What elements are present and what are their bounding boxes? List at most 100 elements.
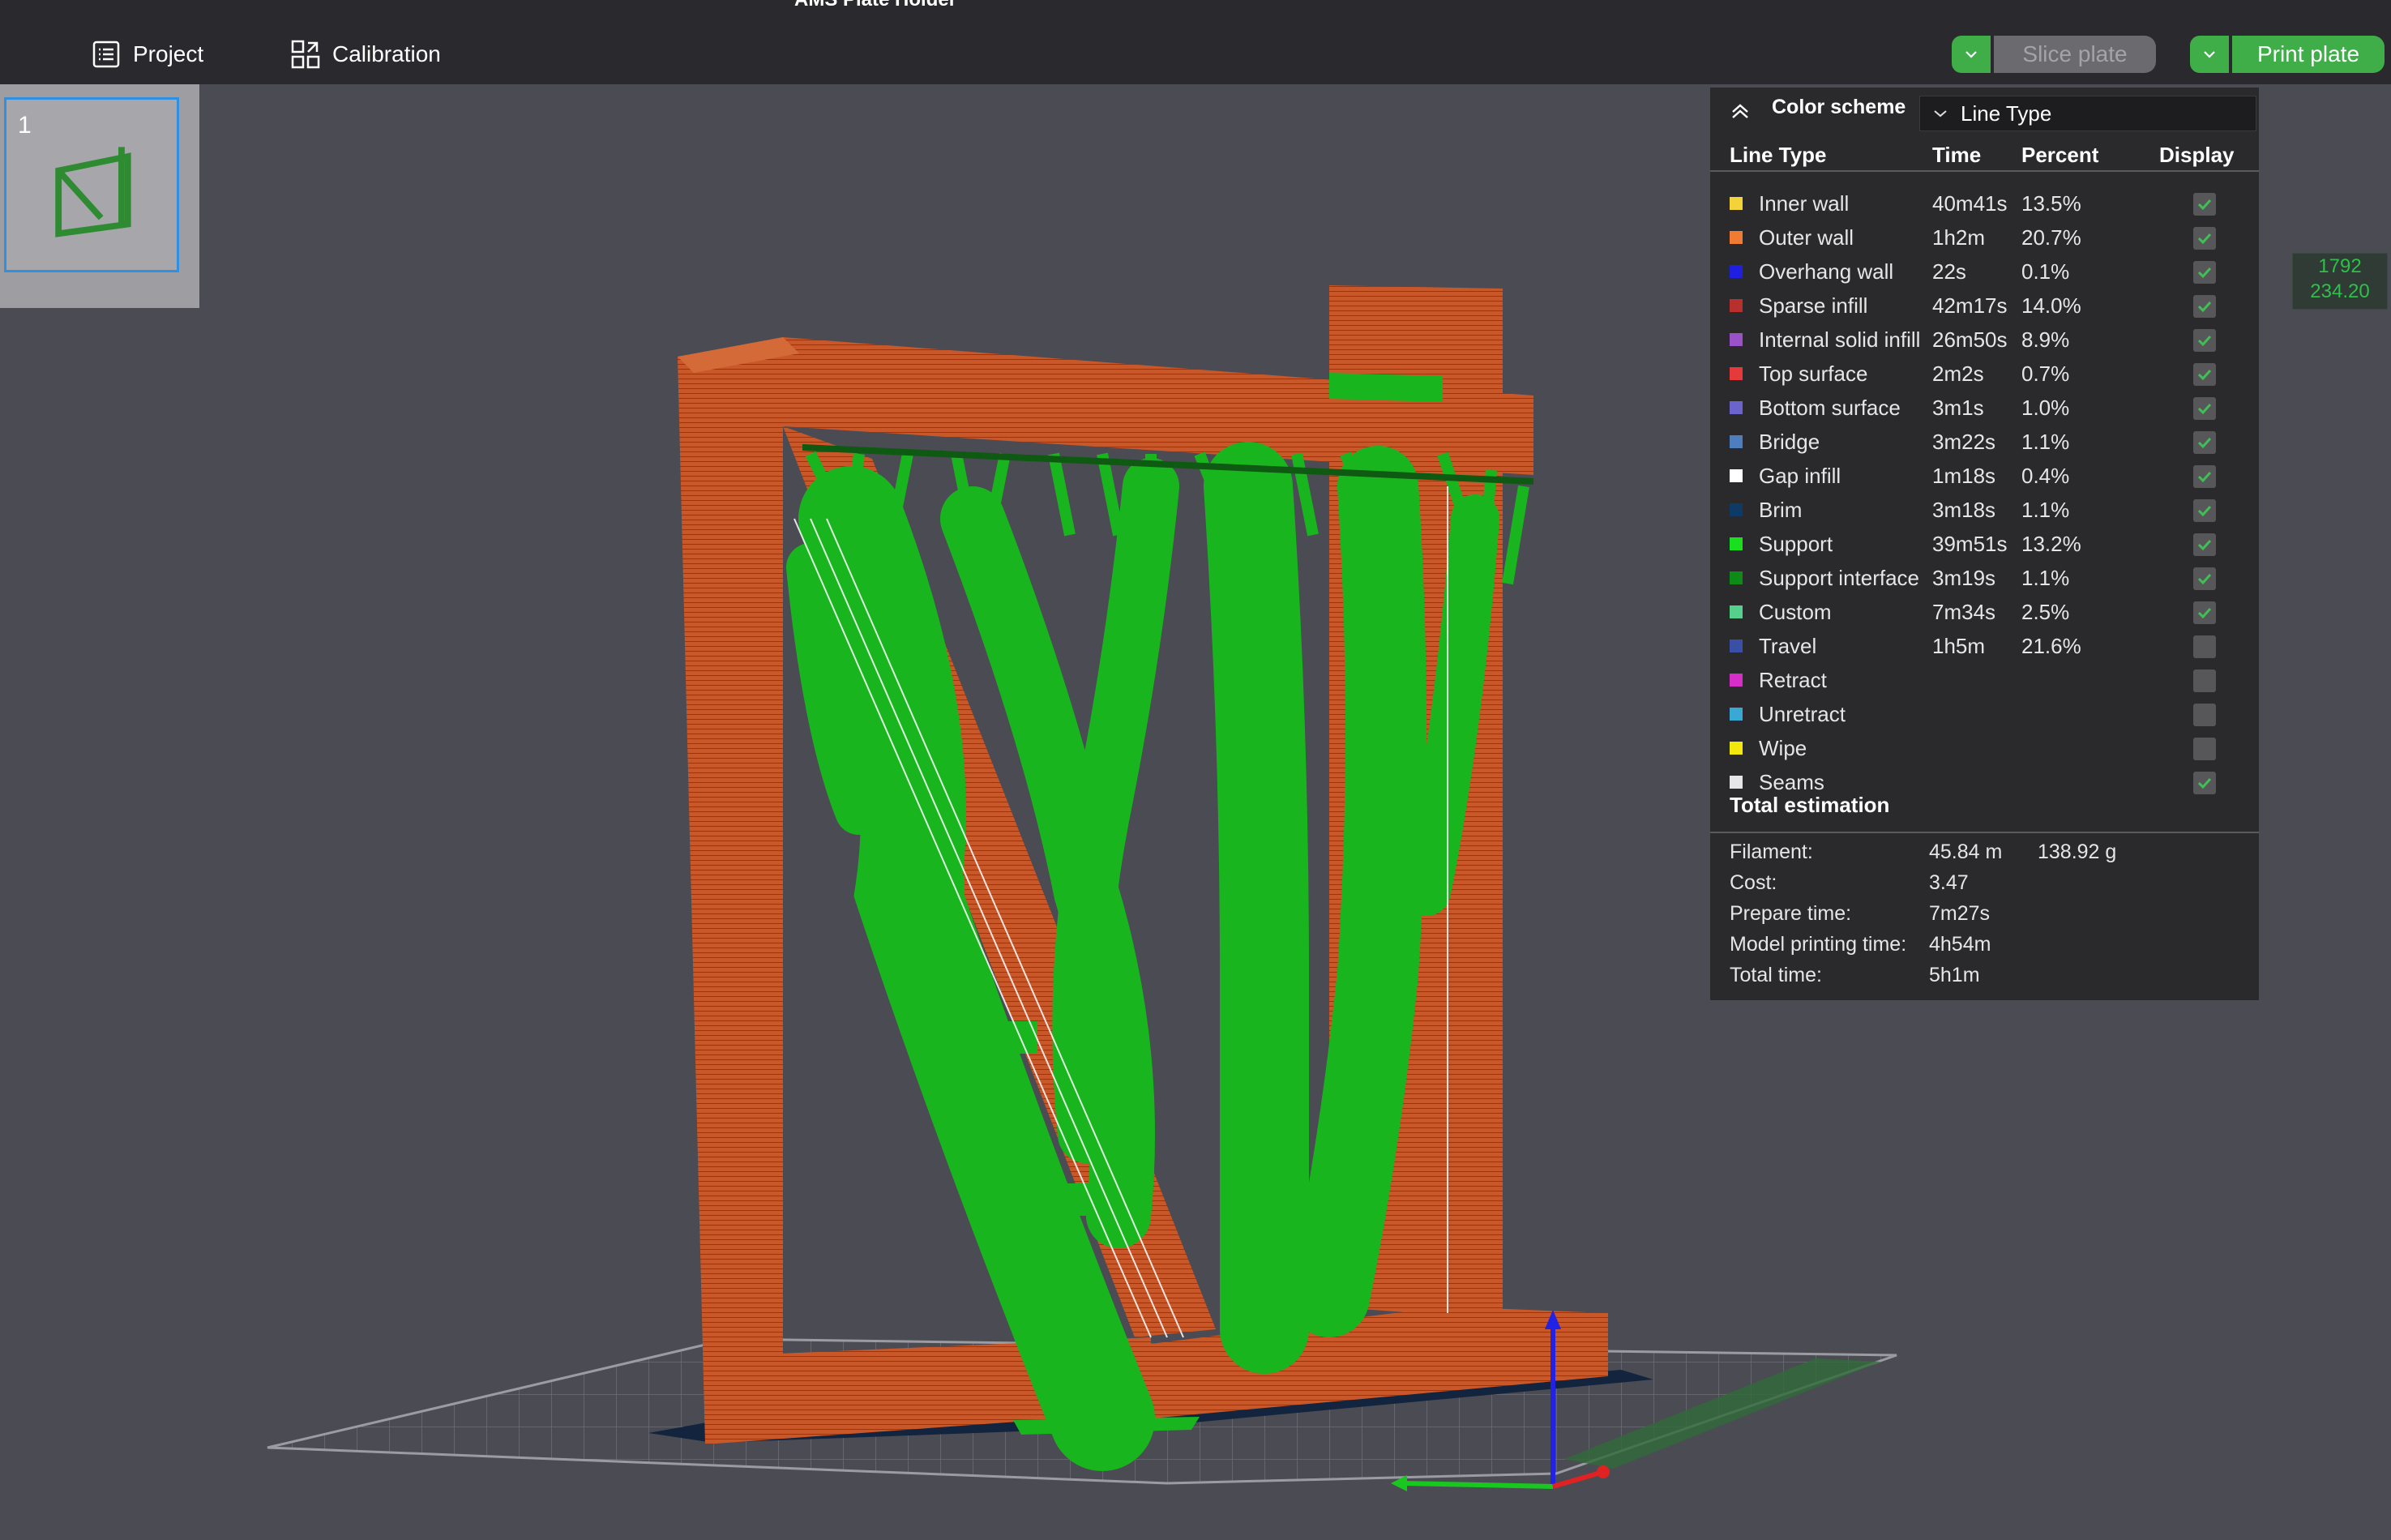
line-type-row: Gap infill 1m18s 0.4%	[1710, 459, 2259, 493]
estimation-divider	[1710, 832, 2259, 833]
checkmark-icon	[2197, 777, 2212, 789]
line-type-time: 26m50s	[1932, 327, 2008, 352]
color-scheme-label: Color scheme	[1772, 96, 1906, 118]
display-checkbox[interactable]	[2193, 738, 2216, 760]
line-type-percent: 14.0%	[2021, 293, 2081, 318]
line-type-name: Support	[1759, 532, 1833, 556]
line-type-name: Top surface	[1759, 361, 1868, 386]
line-type-time: 3m1s	[1932, 396, 1984, 420]
total-time-label: Total time:	[1730, 964, 1822, 986]
display-checkbox[interactable]	[2193, 193, 2216, 216]
display-checkbox[interactable]	[2193, 499, 2216, 522]
prepare-time-value: 7m27s	[1929, 902, 1991, 925]
display-checkbox[interactable]	[2193, 431, 2216, 454]
line-type-row: Top surface 2m2s 0.7%	[1710, 357, 2259, 391]
line-type-row: Support 39m51s 13.2%	[1710, 527, 2259, 561]
line-type-row: Overhang wall 22s 0.1%	[1710, 255, 2259, 289]
slice-plate-button[interactable]: Slice plate	[1994, 36, 2156, 73]
color-scheme-selected: Line Type	[1961, 101, 2052, 126]
color-swatch	[1730, 469, 1743, 482]
line-type-row: Inner wall 40m41s 13.5%	[1710, 186, 2259, 220]
color-swatch	[1730, 333, 1743, 346]
prepare-time-label: Prepare time:	[1730, 902, 1852, 925]
header-time: Time	[1932, 143, 1982, 167]
calibration-icon	[291, 40, 320, 69]
display-checkbox[interactable]	[2193, 295, 2216, 318]
line-type-name: Unretract	[1759, 702, 1846, 726]
color-scheme-dropdown[interactable]: Line Type	[1919, 96, 2256, 131]
color-swatch	[1730, 231, 1743, 244]
line-type-name: Inner wall	[1759, 191, 1850, 216]
display-checkbox[interactable]	[2193, 261, 2216, 284]
display-checkbox[interactable]	[2193, 635, 2216, 658]
header-line-type: Line Type	[1730, 143, 1827, 167]
color-swatch	[1730, 605, 1743, 618]
line-type-time: 1m18s	[1932, 464, 1996, 488]
display-checkbox[interactable]	[2193, 533, 2216, 556]
plate-preview-icon	[55, 147, 131, 237]
color-swatch	[1730, 367, 1743, 380]
chevron-down-icon	[1965, 51, 1977, 58]
display-checkbox[interactable]	[2193, 669, 2216, 692]
prepare-time-row: Prepare time: 7m27s	[1730, 898, 2248, 929]
header-display: Display	[2159, 143, 2235, 167]
model-time-value: 4h54m	[1929, 933, 1991, 956]
color-swatch	[1730, 401, 1743, 414]
plate-list-panel: 1	[0, 84, 199, 308]
line-type-time: 7m34s	[1932, 600, 1996, 624]
checkmark-icon	[2197, 539, 2212, 551]
color-swatch	[1730, 776, 1743, 789]
line-type-name: Support interface	[1759, 566, 1920, 590]
display-checkbox[interactable]	[2193, 397, 2216, 420]
project-label: Project	[133, 41, 204, 66]
display-checkbox[interactable]	[2193, 329, 2216, 352]
header-percent: Percent	[2021, 143, 2099, 167]
total-time-value: 5h1m	[1929, 964, 1980, 986]
color-scheme-panel: Color scheme Line Type Line Type Time Pe…	[1710, 88, 2259, 1000]
project-tab[interactable]: Project	[91, 36, 203, 73]
line-type-name: Bottom surface	[1759, 396, 1901, 420]
collapse-icon[interactable]	[1728, 99, 1752, 123]
display-checkbox[interactable]	[2193, 601, 2216, 624]
print-plate-button[interactable]: Print plate	[2232, 36, 2385, 73]
line-type-percent: 1.1%	[2021, 566, 2070, 590]
line-type-row: Internal solid infill 26m50s 8.9%	[1710, 323, 2259, 357]
total-time-row: Total time: 5h1m	[1730, 960, 2248, 990]
color-swatch	[1730, 435, 1743, 448]
layer-readout: 1792 234.20	[2292, 253, 2388, 310]
line-type-name: Overhang wall	[1759, 259, 1894, 284]
print-options-button[interactable]	[2190, 36, 2229, 73]
checkmark-icon	[2197, 471, 2212, 483]
display-checkbox[interactable]	[2193, 772, 2216, 794]
display-checkbox[interactable]	[2193, 465, 2216, 488]
line-type-row: Travel 1h5m 21.6%	[1710, 629, 2259, 663]
display-checkbox[interactable]	[2193, 363, 2216, 386]
line-type-percent: 0.4%	[2021, 464, 2070, 488]
display-checkbox[interactable]	[2193, 227, 2216, 250]
line-type-row: Support interface 3m19s 1.1%	[1710, 561, 2259, 595]
display-checkbox[interactable]	[2193, 704, 2216, 726]
line-type-name: Custom	[1759, 600, 1832, 624]
line-type-percent: 1.0%	[2021, 396, 2070, 420]
layer-height: 234.20	[2310, 280, 2370, 302]
line-type-time: 3m18s	[1932, 498, 1996, 522]
line-type-name: Brim	[1759, 498, 1803, 522]
plate-number: 1	[18, 112, 32, 139]
checkmark-icon	[2197, 267, 2212, 279]
checkmark-icon	[2197, 199, 2212, 211]
display-checkbox[interactable]	[2193, 567, 2216, 590]
header-divider	[1710, 170, 2259, 172]
checkmark-icon	[2197, 403, 2212, 415]
line-type-row: Outer wall 1h2m 20.7%	[1710, 220, 2259, 255]
model-time-label: Model printing time:	[1730, 933, 1907, 956]
calibration-tab[interactable]: Calibration	[290, 36, 441, 73]
line-type-name: Internal solid infill	[1759, 327, 1921, 352]
line-type-time: 3m19s	[1932, 566, 1996, 590]
support-top-small	[1329, 373, 1443, 402]
line-type-percent: 13.5%	[2021, 191, 2081, 216]
slice-options-button[interactable]	[1952, 36, 1991, 73]
line-type-percent: 0.1%	[2021, 259, 2070, 284]
line-type-time: 1h5m	[1932, 634, 1986, 658]
calibration-label: Calibration	[332, 41, 441, 66]
color-swatch	[1730, 640, 1743, 652]
